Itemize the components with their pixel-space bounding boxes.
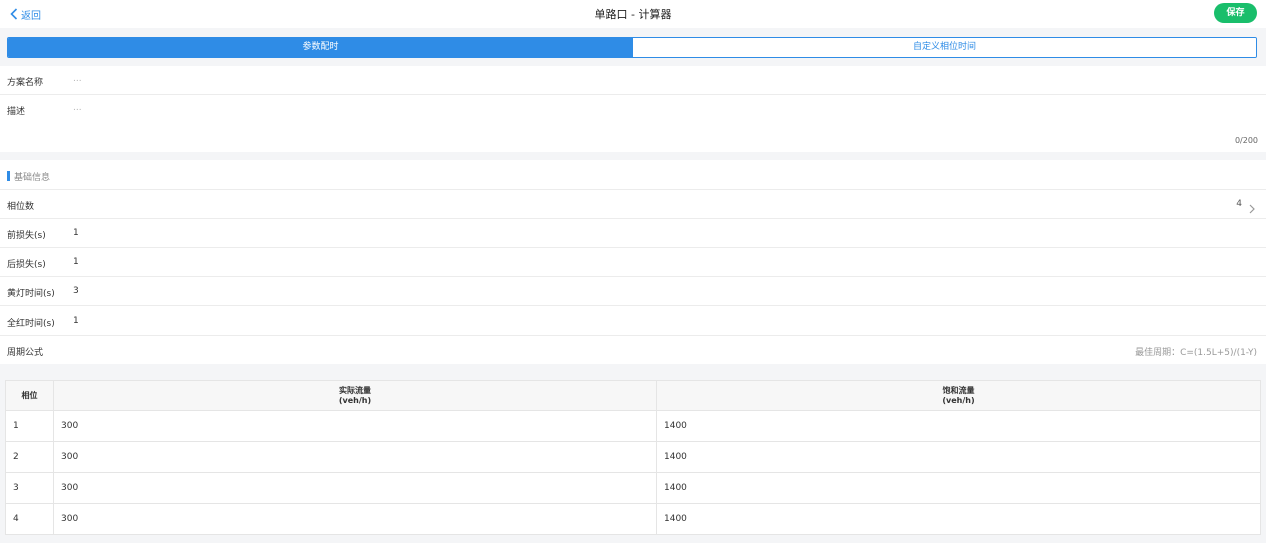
cycle-formula-text: 最佳周期：C=(1.5L+5)/(1-Y) [1135,348,1257,358]
basic-info-card: 基础信息 相位数 4 前损失(s) 1 后损失(s) 1 黄灯时间(s) 3 全… [0,160,1266,364]
flow-table-container: 相位 实际流量 (veh/h) 饱和流量 (veh/h) 1 300 1400 2 … [5,380,1261,535]
all-red-time-label: 全红时间(s) [7,319,55,329]
front-loss-input[interactable]: 1 [73,228,79,238]
divider [0,94,1266,95]
actual-flow-cell[interactable]: 300 [53,441,657,473]
saturation-flow-cell[interactable]: 1400 [656,410,1261,442]
table-row: 1 300 1400 [5,410,1261,442]
cycle-formula-label: 周期公式 [7,348,44,358]
table-header-row: 相位 实际流量 (veh/h) 饱和流量 (veh/h) [5,380,1261,411]
plan-name-label: 方案名称 [7,78,44,88]
description-label: 描述 [7,107,26,117]
all-red-time-input[interactable]: 1 [73,316,79,326]
phase-count-label: 相位数 [7,202,35,212]
phase-cell: 2 [5,441,54,473]
phase-cell: 1 [5,410,54,442]
rear-loss-label: 后损失(s) [7,260,46,270]
actual-flow-cell[interactable]: 300 [53,410,657,442]
divider [0,218,1266,219]
tab-parameter-timing[interactable]: 参数配时 [8,38,633,57]
header-saturation-flow: 饱和流量 (veh/h) [656,380,1261,411]
saturation-flow-cell[interactable]: 1400 [656,503,1261,535]
divider [0,305,1266,306]
saturation-flow-cell[interactable]: 1400 [656,441,1261,473]
front-loss-label: 前损失(s) [7,231,46,241]
divider [0,276,1266,277]
header-phase: 相位 [5,380,54,411]
plan-info-card: 方案名称 ... 描述 ... 0/200 [0,66,1266,152]
table-row: 4 300 1400 [5,503,1261,535]
plan-name-input[interactable]: ... [73,74,82,84]
divider [0,247,1266,248]
section-title: 基础信息 [14,173,51,183]
actual-flow-cell[interactable]: 300 [53,503,657,535]
description-char-count: 0/200 [1234,136,1258,145]
section-marker [7,171,10,181]
flow-table: 相位 实际流量 (veh/h) 饱和流量 (veh/h) 1 300 1400 2 … [5,380,1261,535]
description-textarea[interactable]: ... [73,103,82,113]
header-bar: 返回 单路口 - 计算器 保存 [0,0,1266,28]
yellow-time-input[interactable]: 3 [73,286,79,296]
tab-custom-phase-time[interactable]: 自定义相位时间 [633,38,1256,57]
phase-cell: 4 [5,503,54,535]
phase-cell: 3 [5,472,54,504]
table-row: 3 300 1400 [5,472,1261,504]
divider [0,335,1266,336]
divider [0,189,1266,190]
save-button[interactable]: 保存 [1214,3,1257,23]
header-actual-flow: 实际流量 (veh/h) [53,380,657,411]
saturation-flow-cell[interactable]: 1400 [656,472,1261,504]
chevron-right-icon [1249,199,1255,218]
yellow-time-label: 黄灯时间(s) [7,289,55,299]
page-title: 单路口 - 计算器 [594,8,672,21]
table-row: 2 300 1400 [5,441,1261,473]
phase-count-value: 4 [1236,199,1242,209]
mode-tabs: 参数配时 自定义相位时间 [7,37,1257,58]
actual-flow-cell[interactable]: 300 [53,472,657,504]
page: 返回 单路口 - 计算器 保存 参数配时 自定义相位时间 方案名称 ... 描述… [0,0,1266,543]
rear-loss-input[interactable]: 1 [73,257,79,267]
